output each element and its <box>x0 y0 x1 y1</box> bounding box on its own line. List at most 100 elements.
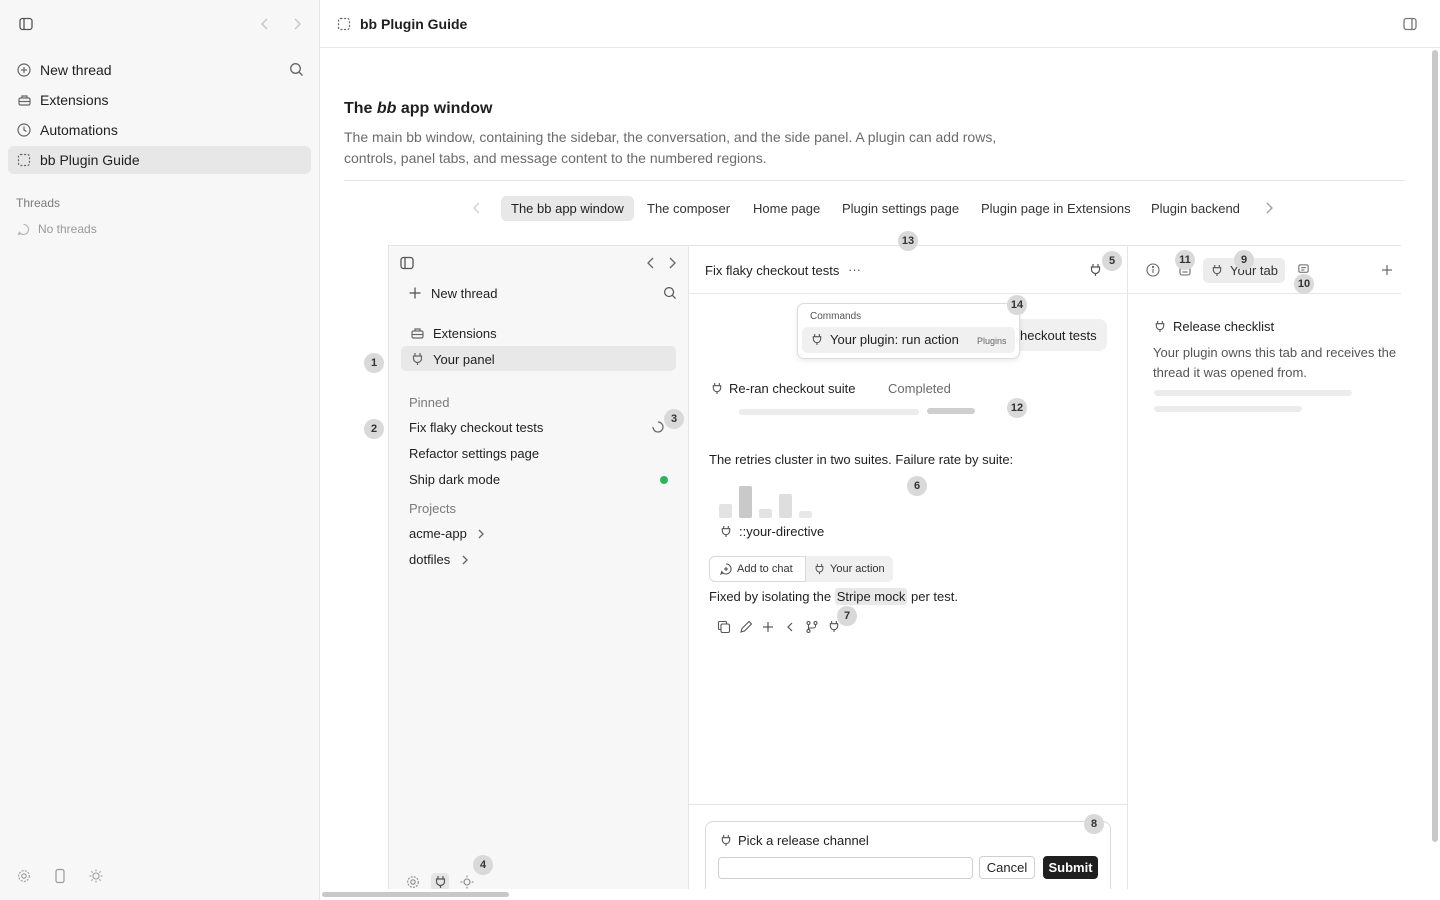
sidebar-item-bb-plugin-guide[interactable]: bb Plugin Guide <box>8 146 311 174</box>
horizontal-scrollbar[interactable] <box>322 892 509 897</box>
search-icon[interactable] <box>289 62 304 77</box>
tabs-next-icon[interactable] <box>1264 201 1274 215</box>
mock-app-window: New thread Extensions Your panel Pinned … <box>388 245 1401 889</box>
plug-icon <box>720 834 732 847</box>
mini-bar <box>799 511 812 518</box>
plus-circle-icon <box>16 62 32 78</box>
add-to-chat-button[interactable]: Add to chat <box>712 557 801 581</box>
your-action-button[interactable]: Your action <box>806 557 893 581</box>
tab-plugin-page-extensions[interactable]: Plugin page in Extensions <box>971 196 1141 221</box>
composer-divider <box>689 804 1128 805</box>
plug-icon <box>814 563 825 575</box>
region-badge: 14 <box>1007 295 1027 315</box>
plug-icon <box>1154 320 1166 333</box>
sidebar-item-label: bb Plugin Guide <box>40 152 140 168</box>
project-item[interactable]: dotfiles <box>409 552 450 567</box>
tool-label: Re-ran checkout suite <box>729 381 856 396</box>
tabs-prev-icon[interactable] <box>472 201 482 215</box>
tab-bb-app-window[interactable]: The bb app window <box>501 196 634 221</box>
settings-icon[interactable] <box>406 875 420 889</box>
mini-bar <box>719 504 732 518</box>
page-scrollbar[interactable] <box>1432 50 1438 842</box>
skeleton-bar <box>739 409 919 415</box>
region-badge: 4 <box>473 855 493 875</box>
new-thread-label[interactable]: New thread <box>431 286 497 301</box>
branch-icon[interactable] <box>805 620 819 634</box>
dashed-doc-icon <box>337 17 351 31</box>
region-badge: 9 <box>1234 250 1254 270</box>
no-threads-label: No threads <box>38 222 97 236</box>
region-badge: 11 <box>1175 250 1195 270</box>
region-badge: 1 <box>364 353 384 373</box>
assistant-message: The retries cluster in two suites. Failu… <box>709 452 1014 467</box>
back-icon[interactable] <box>259 17 271 31</box>
plus-icon[interactable] <box>408 286 422 300</box>
cancel-button[interactable]: Cancel <box>979 856 1035 879</box>
user-message-text: heckout tests <box>1020 328 1097 343</box>
divider <box>344 180 1405 181</box>
chevron-right-icon[interactable] <box>477 528 485 540</box>
tab-plugin-backend[interactable]: Plugin backend <box>1141 196 1250 221</box>
more-icon[interactable]: ··· <box>848 262 861 277</box>
project-item[interactable]: acme-app <box>409 526 467 541</box>
extensions-icon <box>410 326 425 340</box>
info-icon[interactable] <box>1146 263 1160 277</box>
chevron-left-icon[interactable] <box>785 620 795 634</box>
plug-icon <box>434 875 447 889</box>
region-badge: 7 <box>837 606 857 626</box>
sidebar-item-label: Automations <box>40 122 118 138</box>
pinned-thread[interactable]: Refactor settings page <box>409 446 539 461</box>
skeleton-bar <box>1154 406 1302 412</box>
mock-side-panel: Your tab Release checklist Your plugin o… <box>1128 246 1401 889</box>
forward-icon[interactable] <box>667 256 677 270</box>
sidebar-item-new-thread[interactable]: New thread <box>8 56 311 84</box>
section-description: The main bb window, containing the sideb… <box>344 129 997 166</box>
projects-heading: Projects <box>409 501 456 516</box>
sun-icon[interactable] <box>460 875 474 889</box>
back-icon[interactable] <box>646 256 656 270</box>
region-badge: 2 <box>364 419 384 439</box>
thread-title: Fix flaky checkout tests <box>705 263 840 278</box>
sidebar-toggle-icon[interactable] <box>18 16 34 32</box>
chat-bubble-icon <box>17 223 30 236</box>
mini-bar <box>739 486 752 518</box>
mock-sidebar: New thread Extensions Your panel Pinned … <box>389 246 689 889</box>
directive-label: ::your-directive <box>739 524 825 539</box>
page-title: bb Plugin Guide <box>360 16 468 32</box>
tab-home-page[interactable]: Home page <box>743 196 830 221</box>
sidebar-item-automations[interactable]: Automations <box>8 116 311 144</box>
forward-icon[interactable] <box>291 17 303 31</box>
plug-icon <box>720 525 732 538</box>
release-channel-input[interactable] <box>718 857 973 879</box>
plug-icon <box>1211 264 1223 277</box>
tab-plugin-settings-page[interactable]: Plugin settings page <box>832 196 969 221</box>
sidebar-item-extensions[interactable]: Extensions <box>8 86 311 114</box>
command-menu: Commands Your plugin: run action Plugins <box>797 303 1020 359</box>
sun-icon[interactable] <box>89 869 103 883</box>
add-chat-icon <box>720 563 732 575</box>
copy-icon[interactable] <box>717 620 731 634</box>
settings-icon[interactable] <box>17 869 31 883</box>
extensions-label[interactable]: Extensions <box>433 326 497 341</box>
region-badge: 6 <box>907 476 927 496</box>
clock-icon <box>16 122 32 138</box>
skeleton-bar <box>1154 390 1352 396</box>
status-dot <box>660 476 668 484</box>
region-badge: 8 <box>1084 814 1104 834</box>
pinned-thread[interactable]: Fix flaky checkout tests <box>409 420 543 435</box>
panel-toggle-icon[interactable] <box>1402 16 1418 32</box>
main-header: bb Plugin Guide <box>320 0 1440 48</box>
add-tab-icon[interactable] <box>1380 263 1394 277</box>
chevron-right-icon[interactable] <box>461 554 469 566</box>
pinned-thread[interactable]: Ship dark mode <box>409 472 500 487</box>
device-icon[interactable] <box>54 868 66 884</box>
edit-icon[interactable] <box>739 620 753 634</box>
plus-icon[interactable] <box>761 620 775 634</box>
search-icon[interactable] <box>663 286 677 300</box>
region-badge: 3 <box>664 409 684 429</box>
tab-composer[interactable]: The composer <box>637 196 740 221</box>
submit-button[interactable]: Submit <box>1043 856 1098 879</box>
sidebar-toggle-icon[interactable] <box>399 255 415 271</box>
command-item-tag: Plugins <box>977 336 1007 346</box>
plug-icon[interactable] <box>1089 263 1102 277</box>
